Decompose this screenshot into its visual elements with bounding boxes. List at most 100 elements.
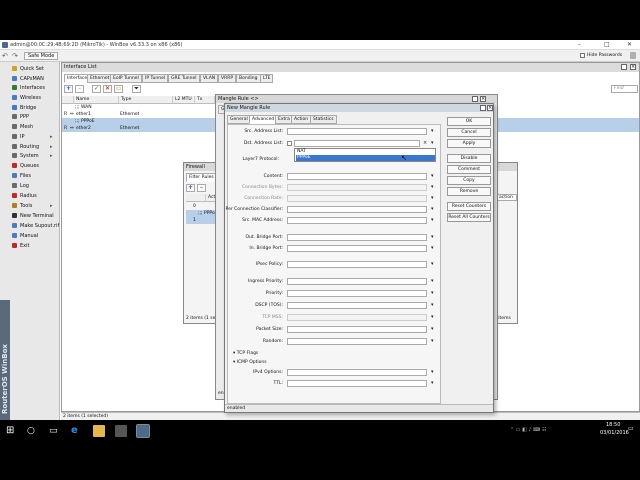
ingress-priority-field[interactable] [287,278,427,285]
add-button[interactable]: + [64,85,73,93]
src-mac-address-field[interactable] [287,217,427,224]
apply-button[interactable]: Apply [447,139,491,148]
tab-bonding[interactable]: Bonding [236,74,261,83]
tab-ethernet[interactable]: Ethernet [87,74,113,83]
tab-lte[interactable]: LTE [260,74,274,83]
dst-negate-checkbox[interactable] [287,141,292,146]
sidebar-item-ip[interactable]: IP ▸ [12,133,60,142]
sidebar-item-manual[interactable]: Manual [12,232,60,241]
clear-icon[interactable]: × [423,140,427,146]
chevron-down-icon[interactable]: ▾ [431,128,434,134]
chevron-down-icon[interactable]: ▾ [431,302,434,308]
mangle-close-button[interactable]: × [480,96,486,102]
sidebar-item-radius[interactable]: Radius [12,192,60,201]
chevron-down-icon[interactable]: ▾ [431,173,434,179]
connection-bytes-field[interactable] [287,184,427,191]
sidebar-item-interfaces[interactable]: Interfaces [12,84,60,93]
table-row[interactable]: 1 [186,217,216,224]
sidebar-item-queues[interactable]: Queues [12,162,60,171]
firewall-col-header[interactable] [186,194,206,202]
sidebar-item-log[interactable]: Log [12,182,60,191]
random-field[interactable] [287,338,427,345]
in-bridge-port-field[interactable] [287,245,427,252]
safe-mode-button[interactable]: Safe Mode [24,52,59,60]
tcp-mss-field[interactable] [287,314,427,321]
tab-statistics[interactable]: Statistics [310,115,337,124]
tab-ip-tunnel[interactable]: IP Tunnel [142,74,169,83]
filter-icon[interactable]: ⏷ [132,85,141,93]
sidebar-item-bridge[interactable]: Bridge [12,104,60,113]
sidebar-item-tools[interactable]: Tools ▸ [12,202,60,211]
chevron-down-icon[interactable]: ▾ [431,206,434,212]
firewall-remove-button[interactable]: – [197,184,206,192]
chevron-down-icon[interactable]: ▾ [431,369,434,375]
tab-vrrp[interactable]: VRRP [218,74,237,83]
edge-browser-icon[interactable]: e [71,425,83,437]
store-icon[interactable] [115,425,127,437]
chevron-down-icon[interactable]: ▾ [431,278,434,284]
search-icon[interactable]: ○ [27,425,39,437]
chevron-down-icon[interactable]: ▾ [431,380,434,386]
task-view-icon[interactable]: ▭ [49,425,61,437]
tab-action[interactable]: Action [291,115,312,124]
remove-rule-button[interactable]: Remove [447,187,491,196]
sidebar-item-quick-set[interactable]: Quick Set [12,65,60,74]
content-field[interactable] [287,173,427,180]
file-explorer-icon[interactable] [93,425,105,437]
tab-filter-rules[interactable]: Filter Rules [186,173,217,182]
chevron-down-icon[interactable]: ▾ [431,290,434,296]
new-rule-close-button[interactable]: × [487,105,493,111]
chevron-down-icon[interactable]: ▾ [431,195,434,201]
src-address-list-field[interactable] [287,128,427,135]
maximize-button[interactable]: □ [604,41,610,48]
comment-icon[interactable]: ▭ [114,85,123,93]
ok-button[interactable]: OK [447,117,491,126]
table-row[interactable]: ;;; PPPoE [186,210,218,217]
sidebar-item-make-supout[interactable]: Make Supout.rif [12,222,60,231]
sidebar-item-files[interactable]: Files [12,172,60,181]
copy-button[interactable]: Copy [447,176,491,185]
reset-counters-button[interactable]: Reset Counters [447,202,491,211]
disable-rule-button[interactable]: Disable [447,154,491,163]
find-input[interactable]: Find [611,85,638,93]
chevron-down-icon[interactable]: ▾ [431,326,434,332]
sidebar-item-exit[interactable]: Exit [12,242,60,251]
sidebar-item-new-terminal[interactable]: New Terminal [12,212,60,221]
minimize-button[interactable]: – [578,41,581,48]
chevron-down-icon[interactable]: ▾ [431,234,434,240]
hide-passwords-checkbox[interactable] [580,53,585,58]
dscp-field[interactable] [287,302,427,309]
icmp-options-expander[interactable]: ▾ ICMP Options [233,360,267,365]
sidebar-item-capsman[interactable]: CAPsMAN [12,75,60,84]
chevron-down-icon[interactable]: ▾ [431,314,434,320]
new-rule-restore-button[interactable] [480,105,486,111]
col-flags[interactable] [62,96,74,104]
disable-button[interactable]: ✕ [103,85,112,93]
undo-icon[interactable]: ↶ [2,52,8,60]
chevron-down-icon[interactable]: ▾ [431,217,434,223]
cancel-button[interactable]: Cancel [447,128,491,137]
interface-list-restore-button[interactable] [621,64,627,70]
sidebar-item-routing[interactable]: Routing ▸ [12,143,60,152]
tcp-flags-expander[interactable]: ▾ TCP Flags [233,351,258,356]
table-row[interactable]: 0 [186,203,216,210]
chevron-down-icon[interactable]: ▾ [431,245,434,251]
ipsec-policy-field[interactable] [287,261,427,268]
priority-field[interactable] [287,290,427,297]
firewall-action-dropdown[interactable]: action [497,194,517,201]
dst-address-list-field[interactable] [294,140,420,147]
tab-advanced[interactable]: Advanced [249,115,278,124]
notifications-icon[interactable]: ▭ [628,425,634,432]
ttl-field[interactable] [287,380,427,387]
interface-list-close-button[interactable]: × [630,64,636,70]
col-type[interactable]: Type [119,96,173,104]
tab-gre-tunnel[interactable]: GRE Tunnel [168,74,200,83]
mangle-restore-button[interactable] [472,96,478,102]
chevron-down-icon[interactable]: ▾ [431,184,434,190]
comment-button[interactable]: Comment [447,165,491,174]
reset-all-counters-button[interactable]: Reset All Counters [447,213,491,222]
sidebar-item-mesh[interactable]: Mesh [12,123,60,132]
ipv4-options-field[interactable] [287,369,427,376]
sidebar-item-wireless[interactable]: Wireless [12,94,60,103]
connection-rate-field[interactable] [287,195,427,202]
